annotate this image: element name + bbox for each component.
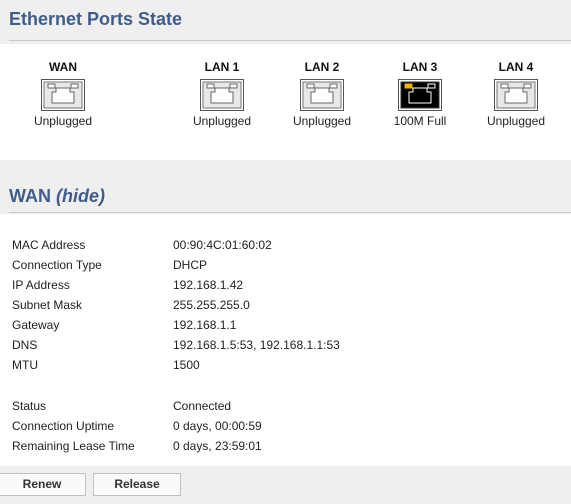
renew-button[interactable]: Renew bbox=[0, 473, 86, 496]
hide-wan-link[interactable]: (hide) bbox=[56, 186, 105, 206]
row-value: 0 days, 00:00:59 bbox=[173, 419, 262, 433]
port-label: LAN 4 bbox=[498, 60, 534, 74]
port-state: Unplugged bbox=[33, 114, 93, 128]
ports-section-divider bbox=[9, 40, 571, 41]
row-label: Connection Uptime bbox=[12, 419, 115, 433]
port-state: Unplugged bbox=[486, 114, 546, 128]
row-label: Gateway bbox=[12, 318, 60, 332]
row-label: DNS bbox=[12, 338, 38, 352]
port-state: Unplugged bbox=[192, 114, 252, 128]
row-value: 1500 bbox=[173, 358, 200, 372]
row-value: Connected bbox=[173, 399, 232, 413]
row-label: Status bbox=[12, 399, 47, 413]
port-state: Unplugged bbox=[292, 114, 352, 128]
wan-title-text: WAN bbox=[9, 186, 51, 206]
port-label: LAN 1 bbox=[204, 60, 240, 74]
port-label: LAN 2 bbox=[304, 60, 340, 74]
ip-address-row: IP Address 192.168.1.42 bbox=[0, 275, 571, 295]
gateway-row: Gateway 192.168.1.1 bbox=[0, 315, 571, 335]
row-label: Subnet Mask bbox=[12, 298, 83, 312]
port-lan-1: LAN 1 Unplugged bbox=[182, 60, 262, 128]
row-value: 0 days, 23:59:01 bbox=[173, 439, 262, 453]
connection-uptime-row: Connection Uptime 0 days, 00:00:59 bbox=[0, 416, 571, 436]
status-row: Status Connected bbox=[0, 396, 571, 416]
row-label: MAC Address bbox=[12, 238, 86, 252]
row-value: 192.168.1.42 bbox=[173, 278, 244, 292]
port-state: 100M Full bbox=[393, 114, 447, 128]
row-value: DHCP bbox=[173, 258, 208, 272]
connection-type-row: Connection Type DHCP bbox=[0, 255, 571, 275]
ports-panel: WAN Unplugged LAN 1 Unplugged LAN 2 Unpl… bbox=[0, 44, 571, 160]
port-label: WAN bbox=[49, 60, 77, 74]
ethernet-port-icon[interactable] bbox=[494, 79, 538, 111]
ethernet-port-icon[interactable] bbox=[200, 79, 244, 111]
ports-section-header: Ethernet Ports State bbox=[0, 0, 571, 44]
row-label: IP Address bbox=[12, 278, 70, 292]
row-value: 192.168.1.5:53, 192.168.1.1:53 bbox=[173, 338, 340, 352]
release-button[interactable]: Release bbox=[93, 473, 181, 496]
button-bar: Renew Release bbox=[0, 466, 571, 504]
remaining-lease-row: Remaining Lease Time 0 days, 23:59:01 bbox=[0, 436, 571, 456]
row-value: 192.168.1.1 bbox=[173, 318, 237, 332]
row-value: 255.255.255.0 bbox=[173, 298, 250, 312]
row-label: Connection Type bbox=[12, 258, 102, 272]
port-label: LAN 3 bbox=[402, 60, 438, 74]
mtu-row: MTU 1500 bbox=[0, 355, 571, 375]
ethernet-port-icon[interactable] bbox=[41, 79, 85, 111]
wan-info-table: MAC Address 00:90:4C:01:60:02 Connection… bbox=[0, 214, 571, 466]
dns-row: DNS 192.168.1.5:53, 192.168.1.1:53 bbox=[0, 335, 571, 355]
mac-address-row: MAC Address 00:90:4C:01:60:02 bbox=[0, 235, 571, 255]
subnet-mask-row: Subnet Mask 255.255.255.0 bbox=[0, 295, 571, 315]
wan-section-header: WAN (hide) bbox=[0, 160, 571, 214]
row-label: MTU bbox=[12, 358, 38, 372]
row-value: 00:90:4C:01:60:02 bbox=[173, 238, 272, 252]
ethernet-port-icon[interactable] bbox=[398, 79, 442, 111]
port-wan: WAN Unplugged bbox=[23, 60, 103, 128]
wan-section-divider bbox=[9, 212, 571, 213]
ports-section-title: Ethernet Ports State bbox=[9, 9, 183, 29]
row-label: Remaining Lease Time bbox=[12, 439, 135, 453]
port-lan-4: LAN 4 Unplugged bbox=[476, 60, 556, 128]
port-lan-2: LAN 2 Unplugged bbox=[282, 60, 362, 128]
ethernet-port-icon[interactable] bbox=[300, 79, 344, 111]
wan-section-title: WAN (hide) bbox=[9, 186, 105, 207]
port-lan-3: LAN 3 100M Full bbox=[380, 60, 460, 128]
